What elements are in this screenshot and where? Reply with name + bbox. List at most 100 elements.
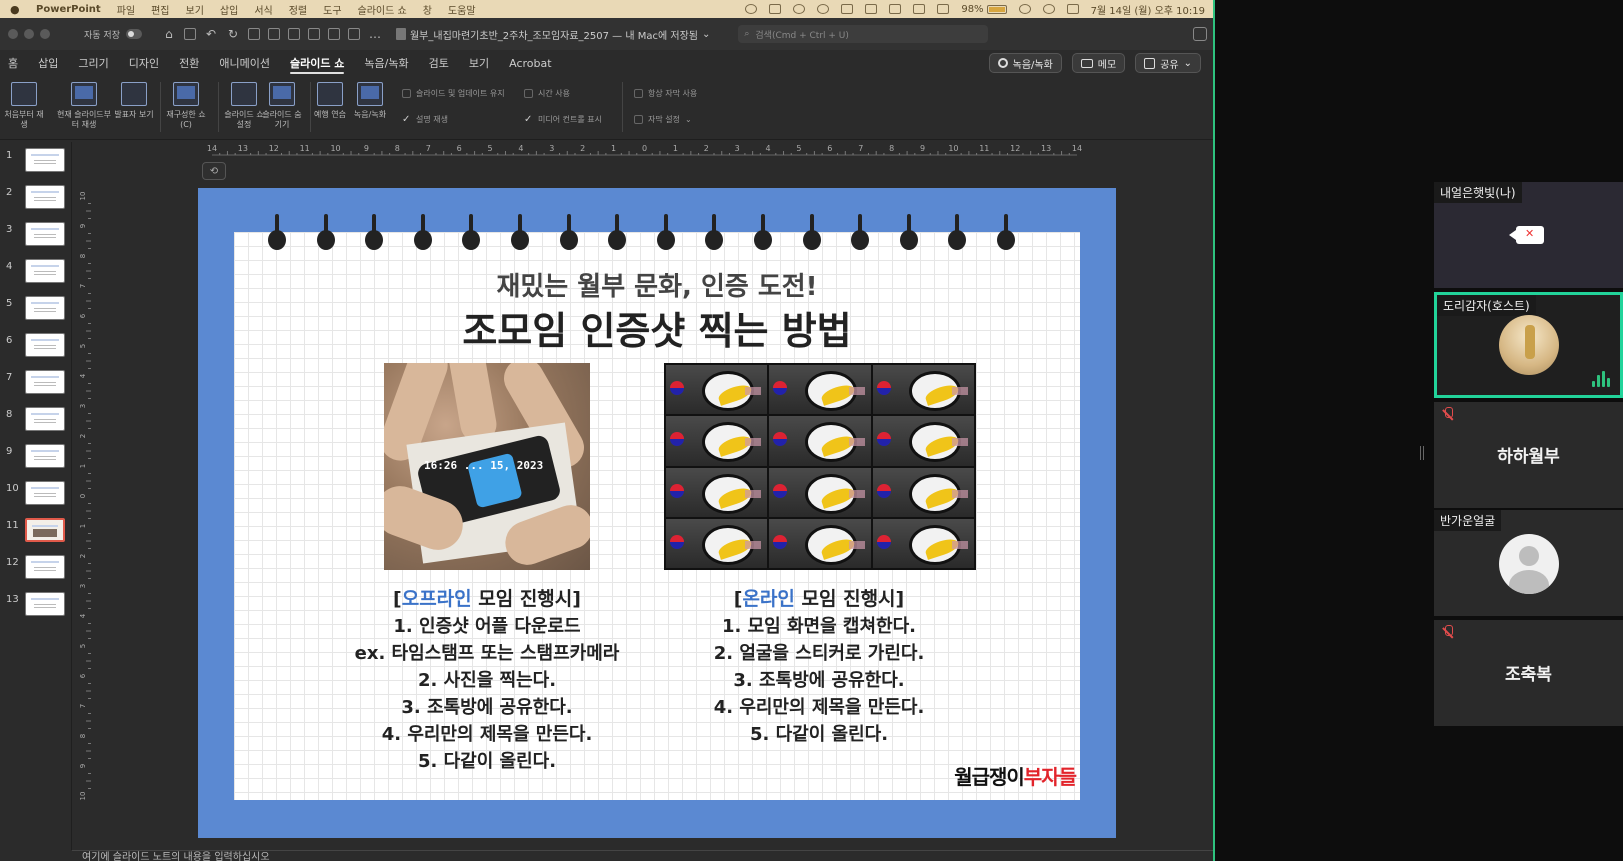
hide-slide-button[interactable]: 슬라이드 숨기기	[260, 82, 304, 130]
participant-tile[interactable]: 하하월부	[1434, 402, 1623, 508]
spotlight-icon[interactable]	[1042, 4, 1055, 14]
tab-insert[interactable]: 삽입	[38, 50, 58, 76]
quick-chart-icon[interactable]	[347, 28, 360, 40]
wifi-icon[interactable]	[1018, 4, 1031, 14]
save-icon[interactable]	[183, 28, 196, 40]
menu-format[interactable]: 서식	[254, 2, 272, 17]
quick-align-icon[interactable]	[307, 28, 320, 40]
panel-resize-handle[interactable]	[1420, 446, 1424, 460]
slide-thumbnail[interactable]: 6	[6, 333, 70, 361]
tab-view[interactable]: 보기	[469, 50, 489, 76]
bluetooth-status-icon[interactable]	[889, 4, 902, 14]
notion-status-icon[interactable]	[841, 4, 854, 14]
undo-icon[interactable]: ↶	[204, 27, 218, 41]
online-step: 4. 우리만의 제목을 만든다.	[713, 697, 925, 718]
ruler-label: 6	[79, 313, 87, 318]
notes-pane[interactable]: 여기에 슬라이드 노트의 내용을 입력하십시오	[72, 850, 1213, 861]
menu-view[interactable]: 보기	[186, 2, 204, 17]
search-box[interactable]: ⌕ 검색(Cmd + Ctrl + U)	[738, 25, 989, 43]
ruler-label: 4	[518, 144, 523, 153]
keyboard-status-icon[interactable]	[937, 4, 950, 14]
quick-paste-icon[interactable]	[267, 28, 280, 40]
autosave-toggle[interactable]	[125, 29, 142, 39]
script-status-icon[interactable]	[769, 4, 782, 14]
tab-record[interactable]: 녹음/녹화	[364, 50, 408, 76]
slide-thumbnail[interactable]: 13	[6, 592, 70, 620]
window-minimize-button[interactable]	[24, 29, 34, 39]
mic-status-icon[interactable]	[745, 4, 758, 14]
redo-icon[interactable]: ↻	[226, 27, 240, 41]
slide-thumbnail[interactable]: 3	[6, 222, 70, 250]
apple-icon[interactable]: ●	[10, 3, 22, 16]
menu-insert[interactable]: 삽입	[220, 2, 238, 17]
thumbnail-number: 2	[6, 187, 13, 198]
window-close-button[interactable]	[8, 29, 18, 39]
record-button[interactable]: 녹음/녹화	[988, 53, 1062, 73]
slide-thumbnail[interactable]: 2	[6, 185, 70, 213]
control-center-icon[interactable]	[1066, 4, 1079, 14]
slide-thumbnail[interactable]: 12	[6, 555, 70, 583]
tab-home[interactable]: 홈	[8, 50, 18, 76]
ribbon-record-button[interactable]: 녹음/녹화	[348, 82, 392, 120]
quick-copy-icon[interactable]	[247, 28, 260, 40]
ruler-label: 13	[1041, 144, 1051, 153]
menubar-datetime[interactable]: 7월 14일 (월) 오후 10:19	[1091, 2, 1205, 17]
tab-design[interactable]: 디자인	[129, 50, 159, 76]
menu-help[interactable]: 도움말	[448, 2, 476, 17]
menu-window[interactable]: 창	[423, 2, 432, 17]
always-subtitles-checkbox[interactable]: 항상 자막 사용	[634, 88, 697, 99]
tab-animations[interactable]: 애니메이션	[219, 50, 270, 76]
window-zoom-button[interactable]	[40, 29, 50, 39]
chat-status-icon[interactable]	[817, 4, 830, 14]
participant-tile[interactable]: 조축복	[1434, 620, 1623, 726]
rehearse-button[interactable]: 예행 연습	[308, 82, 352, 120]
participant-tile-active-speaker[interactable]: 도리감자(호스트)	[1434, 292, 1623, 398]
slide-thumbnail[interactable]: 4	[6, 259, 70, 287]
tab-acrobat[interactable]: Acrobat	[509, 50, 551, 76]
memo-button[interactable]: 메모	[1071, 53, 1126, 73]
screen-status-icon[interactable]	[913, 4, 926, 14]
notebook-ring	[997, 214, 1015, 250]
more-options-icon[interactable]: …	[368, 27, 382, 41]
media-controls-checkbox[interactable]: ✓ 미디어 컨트롤 표시	[524, 114, 602, 125]
keep-updated-checkbox[interactable]: 슬라이드 및 업데이트 유지	[402, 88, 505, 99]
use-timings-checkbox[interactable]: 시간 사용	[524, 88, 570, 99]
play-narrations-checkbox[interactable]: ✓ 설명 재생	[402, 114, 448, 125]
slide-thumbnail[interactable]: 8	[6, 407, 70, 435]
presenter-view-button[interactable]: 발표자 보기	[112, 82, 156, 120]
play-from-start-button[interactable]: 처음부터 재생	[2, 82, 46, 130]
menu-arrange[interactable]: 정렬	[289, 2, 307, 17]
quick-table-icon[interactable]	[327, 28, 340, 40]
home-icon[interactable]: ⌂	[162, 27, 176, 41]
slide-thumbnail[interactable]: 10	[6, 481, 70, 509]
thumbnail-image	[25, 555, 65, 579]
menu-slideshow[interactable]: 슬라이드 쇼	[358, 2, 407, 17]
slide-11[interactable]: 재밌는 월부 문화, 인증 도전! 조모임 인증샷 찍는 방법 16:26 ..…	[198, 188, 1116, 838]
menu-edit[interactable]: 편집	[151, 2, 169, 17]
menubar-app-name[interactable]: PowerPoint	[36, 4, 101, 15]
custom-show-button[interactable]: 재구성한 쇼(C)	[163, 82, 209, 130]
tab-draw[interactable]: 그리기	[78, 50, 108, 76]
slide-thumbnail[interactable]: 5	[6, 296, 70, 324]
subtitle-settings-dropdown[interactable]: 자막 설정 ⌄	[634, 114, 692, 125]
menu-file[interactable]: 파일	[117, 2, 135, 17]
slide-thumbnail-active[interactable]: 11	[6, 518, 70, 546]
slide-thumbnail[interactable]: 7	[6, 370, 70, 398]
tab-slideshow[interactable]: 슬라이드 쇼	[289, 50, 345, 76]
slide-thumbnail[interactable]: 9	[6, 444, 70, 472]
designer-icon[interactable]: ⟲	[202, 162, 226, 180]
share-button[interactable]: 공유 ⌄	[1135, 53, 1201, 73]
play-from-current-button[interactable]: 현재 슬라이드부터 재생	[56, 82, 112, 130]
people-icon[interactable]	[1193, 27, 1207, 41]
menu-tools[interactable]: 도구	[323, 2, 341, 17]
menu-status-icon[interactable]	[793, 4, 806, 14]
quick-format-icon[interactable]	[287, 28, 300, 40]
battery-indicator[interactable]: 98%	[961, 4, 1007, 15]
slide-thumbnail[interactable]: 1	[6, 148, 70, 176]
document-title[interactable]: 월부_내집마련기초반_2주차_조모임자료_2507 — 내 Mac에 저장됨 ⌄	[395, 27, 710, 42]
tab-review[interactable]: 검토	[429, 50, 449, 76]
participant-tile[interactable]: 반가운얼굴	[1434, 510, 1623, 616]
participant-tile[interactable]: 내얼은햇빛(나)	[1434, 182, 1623, 288]
tab-transitions[interactable]: 전환	[179, 50, 199, 76]
calendar-status-icon[interactable]	[865, 4, 878, 14]
